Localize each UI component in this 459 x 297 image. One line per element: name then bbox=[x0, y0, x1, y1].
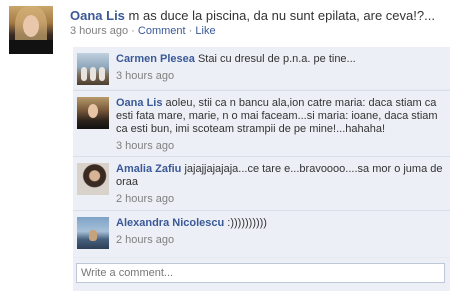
commenter-avatar[interactable] bbox=[77, 97, 109, 129]
author-name-link[interactable]: Oana Lis bbox=[70, 8, 125, 23]
commenter-name-link[interactable]: Oana Lis bbox=[116, 97, 162, 109]
comment-item: Amalia Zafiu jajajjajajaja...ce tare e..… bbox=[73, 156, 450, 211]
commenter-name-link[interactable]: Alexandra Nicolescu bbox=[116, 217, 224, 229]
commenter-name-link[interactable]: Carmen Plesea bbox=[116, 53, 195, 65]
story-meta: 3 hours ago · Comment · Like bbox=[70, 24, 216, 38]
comment-item: Alexandra Nicolescu :)))))))))) 2 hours … bbox=[73, 210, 450, 258]
timestamp[interactable]: 3 hours ago bbox=[70, 25, 128, 37]
like-link[interactable]: Like bbox=[195, 25, 215, 37]
comment-timestamp[interactable]: 2 hours ago bbox=[116, 234, 446, 247]
write-comment-input[interactable]: Write a comment... bbox=[76, 263, 445, 283]
comment-item: Carmen Plesea Stai cu dresul de p.n.a. p… bbox=[73, 47, 450, 90]
comment-body: Oana Lis aoleu, stii ca n bancu ala,ion … bbox=[116, 97, 446, 153]
comment-item: Oana Lis aoleu, stii ca n bancu ala,ion … bbox=[73, 90, 450, 157]
separator-dot: · bbox=[131, 25, 135, 37]
feed-story: Oana Lis m as duce la piscina, da nu sun… bbox=[0, 0, 459, 297]
comment-text: aoleu, stii ca n bancu ala,ion catre mar… bbox=[116, 97, 438, 135]
commenter-avatar[interactable] bbox=[77, 53, 109, 85]
story-header: Oana Lis m as duce la piscina, da nu sun… bbox=[70, 8, 450, 24]
status-text: m as duce la piscina, da nu sunt epilata… bbox=[128, 8, 435, 23]
comments-list: Carmen Plesea Stai cu dresul de p.n.a. p… bbox=[73, 47, 450, 291]
author-avatar[interactable] bbox=[9, 6, 53, 54]
comment-body: Carmen Plesea Stai cu dresul de p.n.a. p… bbox=[116, 53, 446, 83]
comment-text: Stai cu dresul de p.n.a. pe tine... bbox=[197, 53, 356, 65]
comment-link[interactable]: Comment bbox=[138, 25, 186, 37]
commenter-avatar[interactable] bbox=[77, 217, 109, 249]
comment-body: Alexandra Nicolescu :)))))))))) 2 hours … bbox=[116, 217, 446, 247]
commenter-avatar[interactable] bbox=[77, 163, 109, 195]
comment-text: :)))))))))) bbox=[227, 217, 267, 229]
separator-dot: · bbox=[188, 25, 193, 37]
comment-body: Amalia Zafiu jajajjajajaja...ce tare e..… bbox=[116, 163, 446, 206]
comment-timestamp[interactable]: 2 hours ago bbox=[116, 193, 446, 206]
comment-timestamp[interactable]: 3 hours ago bbox=[116, 70, 446, 83]
comment-timestamp[interactable]: 3 hours ago bbox=[116, 140, 446, 153]
commenter-name-link[interactable]: Amalia Zafiu bbox=[116, 163, 181, 175]
